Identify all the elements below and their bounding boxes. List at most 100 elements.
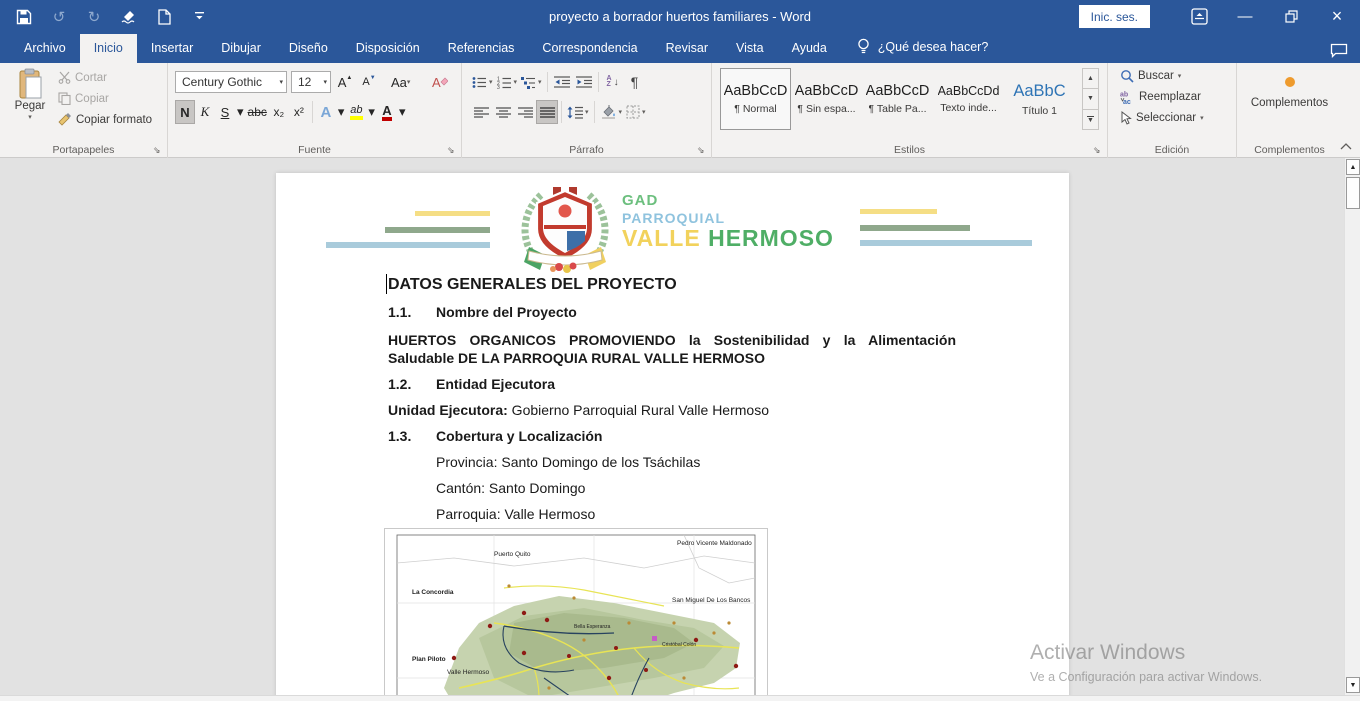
tab-vista[interactable]: Vista: [722, 34, 778, 63]
clear-formatting-button[interactable]: A: [430, 70, 450, 94]
tab-correspondencia[interactable]: Correspondencia: [528, 34, 651, 63]
restore-button[interactable]: [1268, 0, 1314, 33]
map-label: Plan Piloto: [412, 656, 446, 663]
cut-button[interactable]: Cortar: [58, 71, 152, 84]
feedback-icon[interactable]: [1330, 43, 1348, 58]
text-effects-button[interactable]: A: [316, 100, 336, 124]
tab-dibujar[interactable]: Dibujar: [207, 34, 275, 63]
superscript-button[interactable]: x²: [289, 100, 309, 124]
bold-button[interactable]: N: [175, 100, 195, 124]
customize-qat-icon[interactable]: [189, 7, 209, 27]
canton-line[interactable]: Cantón: Santo Domingo: [436, 480, 585, 496]
document-page[interactable]: GAD PARROQUIAL VALLE HERMOSO DATOS GENER…: [276, 173, 1069, 695]
scroll-up-icon[interactable]: ▲: [1346, 159, 1360, 175]
ink-tool-icon[interactable]: [119, 7, 139, 27]
highlight-caret-icon[interactable]: ▾: [366, 100, 377, 124]
line-spacing-button[interactable]: ▾: [565, 100, 591, 124]
shrink-font-button[interactable]: A▼: [359, 70, 379, 94]
align-right-icon: [518, 107, 533, 118]
svg-text:3: 3: [497, 85, 500, 89]
tab-disposicion[interactable]: Disposición: [342, 34, 434, 63]
tab-revisar[interactable]: Revisar: [652, 34, 722, 63]
font-color-caret-icon[interactable]: ▾: [397, 100, 408, 124]
show-marks-button[interactable]: ¶: [624, 70, 646, 94]
align-right-button[interactable]: [514, 100, 536, 124]
align-center-button[interactable]: [492, 100, 514, 124]
justify-button[interactable]: [536, 100, 558, 124]
font-size-combo[interactable]: 12▾: [291, 71, 331, 93]
copy-button[interactable]: Copiar: [58, 92, 152, 105]
increase-indent-button[interactable]: [573, 70, 595, 94]
save-icon[interactable]: [14, 7, 34, 27]
redo-icon[interactable]: ↻: [84, 7, 104, 27]
ribbon-display-options-icon[interactable]: [1176, 0, 1222, 33]
section-1-1-number[interactable]: 1.1.: [388, 304, 411, 320]
tab-diseno[interactable]: Diseño: [275, 34, 342, 63]
tab-archivo[interactable]: Archivo: [10, 34, 80, 63]
section-1-2-number[interactable]: 1.2.: [388, 376, 411, 392]
tab-referencias[interactable]: Referencias: [434, 34, 529, 63]
grow-font-button[interactable]: A▲: [335, 70, 355, 94]
text-effects-caret-icon[interactable]: ▾: [336, 100, 347, 124]
styles-scroll-down-icon[interactable]: ▼: [1083, 89, 1098, 109]
multilevel-list-button[interactable]: ▾: [519, 70, 544, 94]
tab-inicio[interactable]: Inicio: [80, 34, 137, 63]
font-color-button[interactable]: A: [377, 100, 397, 124]
activation-watermark: Activar Windows Ve a Configuración para …: [1030, 641, 1262, 684]
collapse-ribbon-icon[interactable]: [1340, 142, 1354, 154]
sort-button[interactable]: AZ ↓: [602, 70, 624, 94]
section-1-3-title[interactable]: Cobertura y Localización: [436, 428, 602, 444]
font-family-combo[interactable]: Century Gothic▾: [175, 71, 287, 93]
decrease-indent-button[interactable]: [551, 70, 573, 94]
style-table-paragraph[interactable]: AaBbCcD ¶ Table Pa...: [862, 68, 933, 130]
align-left-button[interactable]: [470, 100, 492, 124]
underline-button[interactable]: S: [215, 100, 235, 124]
new-document-icon[interactable]: [154, 7, 174, 27]
executing-unit-line[interactable]: Unidad Ejecutora: Gobierno Parroquial Ru…: [388, 402, 769, 418]
parroquia-line[interactable]: Parroquia: Valle Hermoso: [436, 506, 595, 522]
highlight-button[interactable]: ab: [346, 100, 366, 124]
style-texto-independiente[interactable]: AaBbCcDd Texto inde...: [933, 68, 1004, 130]
section-1-2-title[interactable]: Entidad Ejecutora: [436, 376, 555, 392]
dialog-launcher-fuente[interactable]: ⇘: [447, 145, 457, 155]
format-painter-button[interactable]: Copiar formato: [58, 113, 152, 126]
undo-icon[interactable]: ↺: [49, 7, 69, 27]
minimize-button[interactable]: —: [1222, 0, 1268, 33]
provincia-line[interactable]: Provincia: Santo Domingo de los Tsáchila…: [436, 454, 700, 470]
project-name-paragraph[interactable]: HUERTOS ORGANICOS PROMOVIENDO la Sosteni…: [388, 331, 956, 367]
section-1-1-title[interactable]: Nombre del Proyecto: [436, 304, 577, 320]
styles-more-icon[interactable]: ▼: [1083, 110, 1098, 129]
location-map-image[interactable]: Puerto Quito Pedro Vicente Maldonado La …: [384, 528, 768, 695]
shading-button[interactable]: ▾: [598, 100, 625, 124]
bullets-button[interactable]: ▾: [470, 70, 495, 94]
find-button[interactable]: Buscar▾: [1120, 69, 1204, 83]
strikethrough-button[interactable]: abc: [246, 100, 269, 124]
tab-insertar[interactable]: Insertar: [137, 34, 207, 63]
replace-button[interactable]: abac Reemplazar: [1120, 90, 1204, 104]
sign-in-button[interactable]: Inic. ses.: [1079, 5, 1150, 28]
paste-button[interactable]: Pegar ▾: [8, 68, 52, 142]
styles-scroll-up-icon[interactable]: ▲: [1083, 69, 1098, 89]
style-sin-espaciado[interactable]: AaBbCcD ¶ Sin espa...: [791, 68, 862, 130]
underline-caret-icon[interactable]: ▾: [235, 100, 246, 124]
scrollbar-thumb[interactable]: [1346, 177, 1360, 209]
change-case-button[interactable]: Aa▾: [389, 70, 412, 94]
scroll-down-icon[interactable]: ▼: [1346, 677, 1360, 693]
section-1-3-number[interactable]: 1.3.: [388, 428, 411, 444]
vertical-scrollbar[interactable]: ▲ ▼: [1344, 158, 1360, 695]
style-titulo-1[interactable]: AaBbC Título 1: [1004, 68, 1075, 130]
italic-button[interactable]: K: [195, 100, 215, 124]
close-button[interactable]: ×: [1314, 0, 1360, 33]
subscript-button[interactable]: x₂: [269, 100, 289, 124]
style-normal[interactable]: AaBbCcD ¶ Normal: [720, 68, 791, 130]
dialog-launcher-parrafo[interactable]: ⇘: [697, 145, 707, 155]
tell-me-box[interactable]: ¿Qué desea hacer?: [841, 31, 999, 63]
borders-button[interactable]: ▾: [624, 100, 648, 124]
doc-heading[interactable]: DATOS GENERALES DEL PROYECTO: [388, 276, 677, 294]
addins-button[interactable]: Complementos: [1237, 69, 1342, 109]
dialog-launcher-estilos[interactable]: ⇘: [1093, 145, 1103, 155]
dialog-launcher-portapapeles[interactable]: ⇘: [153, 145, 163, 155]
tab-ayuda[interactable]: Ayuda: [778, 34, 841, 63]
select-button[interactable]: Seleccionar▾: [1120, 111, 1204, 125]
numbering-button[interactable]: 123 ▾: [495, 70, 520, 94]
